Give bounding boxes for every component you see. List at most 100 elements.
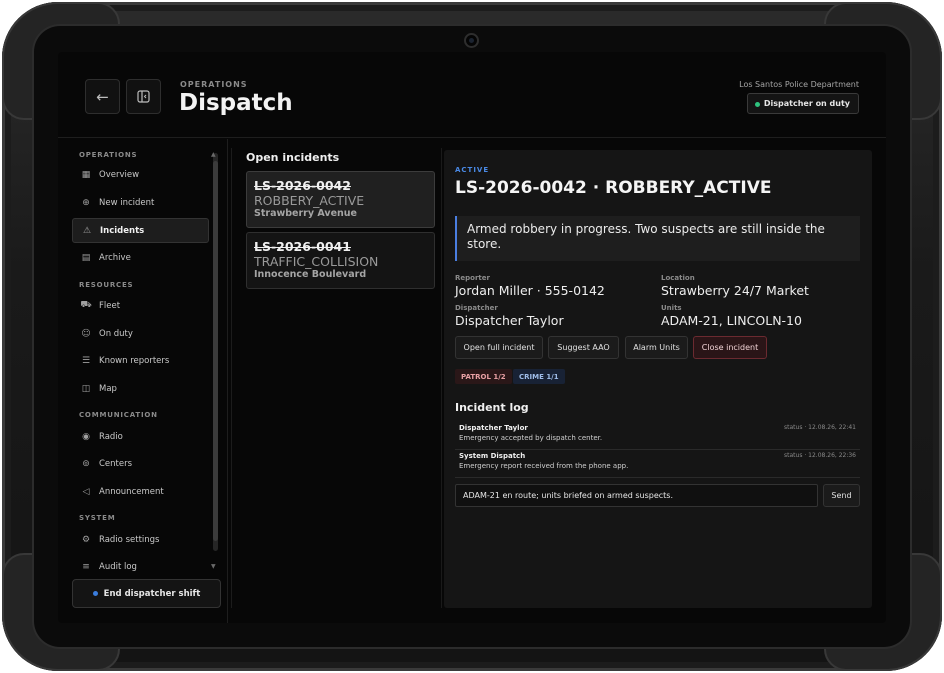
incident-type: ROBBERY_ACTIVE — [254, 193, 365, 208]
sidebar-item-overview[interactable]: ▦ Overview — [72, 162, 209, 187]
scrollbar-thumb[interactable] — [213, 161, 218, 541]
incident-log-title: Incident log — [455, 401, 529, 414]
sidebar-item-label: Known reporters — [99, 355, 170, 366]
scroll-up-icon[interactable]: ▲ — [211, 151, 216, 158]
map-icon: ◫ — [81, 383, 91, 394]
location-value: Strawberry 24/7 Market — [661, 283, 809, 298]
incident-location: Innocence Boulevard — [254, 269, 367, 280]
open-incidents-title: Open incidents — [246, 151, 340, 164]
alarm-icon: ⚠ — [82, 225, 92, 236]
dispatcher-value: Dispatcher Taylor — [455, 313, 564, 328]
sidebar-item-incidents[interactable]: ⚠ Incidents — [72, 218, 209, 243]
log-entry-author: Dispatcher Taylor — [459, 424, 528, 432]
incident-type: TRAFFIC_COLLISION — [254, 254, 379, 269]
sidebar-item-announcement[interactable]: ◁ Announcement — [72, 479, 209, 504]
sidebar-item-archive[interactable]: ▤ Archive — [72, 245, 209, 270]
log-entry: System Dispatch Emergency report receive… — [455, 450, 860, 478]
car-icon: ⛟ — [80, 300, 92, 310]
suggest-aao-button[interactable]: Suggest AAO — [548, 336, 619, 359]
end-shift-button[interactable]: End dispatcher shift — [72, 579, 221, 608]
sidebar-item-label: Radio settings — [99, 534, 160, 545]
radio-icon: ◉ — [82, 431, 90, 442]
back-button[interactable]: ← — [85, 79, 120, 114]
location-label: Location — [661, 274, 695, 282]
archive-icon: ▤ — [81, 252, 91, 263]
sidebar-item-label: On duty — [99, 328, 133, 339]
log-entry-author: System Dispatch — [459, 452, 526, 460]
divider — [441, 148, 442, 608]
duty-status-badge: Dispatcher on duty — [746, 93, 859, 114]
sidebar-item-label: Incidents — [100, 225, 145, 236]
contacts-icon: ☰ — [81, 355, 91, 366]
scroll-down-icon[interactable]: ▼ — [211, 563, 216, 570]
incident-id: LS-2026-0041 — [254, 239, 351, 254]
sidebar-section-communication: COMMUNICATION — [79, 411, 158, 419]
sidebar-item-known-reporters[interactable]: ☰ Known reporters — [72, 348, 209, 373]
department-name: Los Santos Police Department — [739, 80, 859, 89]
crime-tag: CRIME 1/1 — [513, 369, 565, 384]
incident-description: Armed robbery in progress. Two suspects … — [455, 216, 860, 261]
units-label: Units — [661, 304, 682, 312]
sidebar-item-map[interactable]: ◫ Map — [72, 376, 209, 401]
sidebar-section-resources: RESOURCES — [79, 281, 134, 289]
sidebar-item-label: New incident — [99, 197, 155, 208]
plus-doc-icon: ⊕ — [82, 197, 90, 208]
sidebar-item-label: Announcement — [99, 486, 164, 497]
sidebar-item-centers[interactable]: ⊚ Centers — [72, 451, 209, 476]
alarm-units-button[interactable]: Alarm Units — [625, 336, 688, 359]
sidebar-item-on-duty[interactable]: ☺ On duty — [72, 321, 209, 346]
incident-status: ACTIVE — [455, 166, 490, 174]
app-header: ← OPERATIONS Dispatch Los Santos Police … — [58, 52, 886, 138]
end-shift-label: End dispatcher shift — [103, 588, 201, 599]
users-icon: ☺ — [81, 328, 91, 339]
reporter-value: Jordan Miller · 555-0142 — [455, 283, 605, 298]
sidebar-item-label: Map — [99, 383, 117, 394]
status-dot-icon — [92, 591, 98, 596]
grid-icon: ▦ — [81, 169, 91, 180]
incident-id: LS-2026-0042 — [254, 178, 351, 193]
log-entry-text: Emergency report received from the phone… — [459, 462, 629, 470]
page-title: Dispatch — [179, 90, 293, 116]
tablet-screen: ← OPERATIONS Dispatch Los Santos Police … — [58, 52, 886, 623]
sidebar-item-fleet[interactable]: ⛟ Fleet — [72, 293, 209, 318]
open-full-incident-button[interactable]: Open full incident — [455, 336, 543, 359]
sliders-icon: ⚙ — [81, 534, 91, 545]
header-section-label: OPERATIONS — [180, 80, 248, 89]
sidebar-item-label: Fleet — [99, 300, 121, 311]
duty-status-label: Dispatcher on duty — [763, 99, 850, 108]
log-entry-text: Emergency accepted by dispatch center. — [459, 434, 603, 442]
incident-location: Strawberry Avenue — [254, 208, 357, 219]
sidebar-item-label: Overview — [99, 169, 140, 180]
patrol-tag: PATROL 1/2 — [455, 369, 512, 384]
incident-card[interactable]: LS-2026-0042 ROBBERY_ACTIVE Strawberry A… — [246, 171, 435, 228]
send-button[interactable]: Send — [823, 484, 860, 507]
sidebar-item-radio-settings[interactable]: ⚙ Radio settings — [72, 527, 209, 552]
incident-title: LS-2026-0042 · ROBBERY_ACTIVE — [455, 178, 772, 198]
log-note-input[interactable] — [455, 484, 818, 507]
status-dot-icon — [754, 102, 760, 107]
log-icon: ≡ — [82, 561, 90, 572]
sidebar-item-label: Radio — [99, 431, 123, 442]
megaphone-icon: ◁ — [82, 486, 90, 497]
units-value: ADAM-21, LINCOLN-10 — [661, 313, 802, 328]
arrow-left-icon: ← — [96, 87, 109, 106]
sidebar-section-system: SYSTEM — [79, 514, 116, 522]
sidebar-scrollbar[interactable] — [213, 153, 218, 551]
sidebar-item-new-incident[interactable]: ⊕ New incident — [72, 190, 209, 215]
divider — [231, 148, 232, 608]
sidebar-item-label: Centers — [99, 458, 133, 469]
broadcast-icon: ⊚ — [82, 458, 90, 469]
sidebar-item-audit-log[interactable]: ≡ Audit log — [72, 554, 209, 579]
camera-icon — [464, 33, 479, 48]
sidebar-toggle-button[interactable] — [126, 79, 161, 114]
incident-card[interactable]: LS-2026-0041 TRAFFIC_COLLISION Innocence… — [246, 232, 435, 289]
sidebar-item-radio[interactable]: ◉ Radio — [72, 424, 209, 449]
sidebar-item-label: Archive — [99, 252, 131, 263]
sidebar-section-operations: OPERATIONS — [79, 151, 138, 159]
sidebar-item-label: Audit log — [99, 561, 137, 572]
incident-detail-panel: ACTIVE LS-2026-0042 · ROBBERY_ACTIVE Arm… — [444, 150, 872, 608]
close-incident-button[interactable]: Close incident — [693, 336, 767, 359]
log-entry-meta: status · 12.08.26, 22:41 — [784, 424, 856, 431]
sidebar: OPERATIONS ▦ Overview ⊕ New incident ⚠ Inci… — [58, 139, 228, 623]
dispatcher-label: Dispatcher — [455, 304, 498, 312]
